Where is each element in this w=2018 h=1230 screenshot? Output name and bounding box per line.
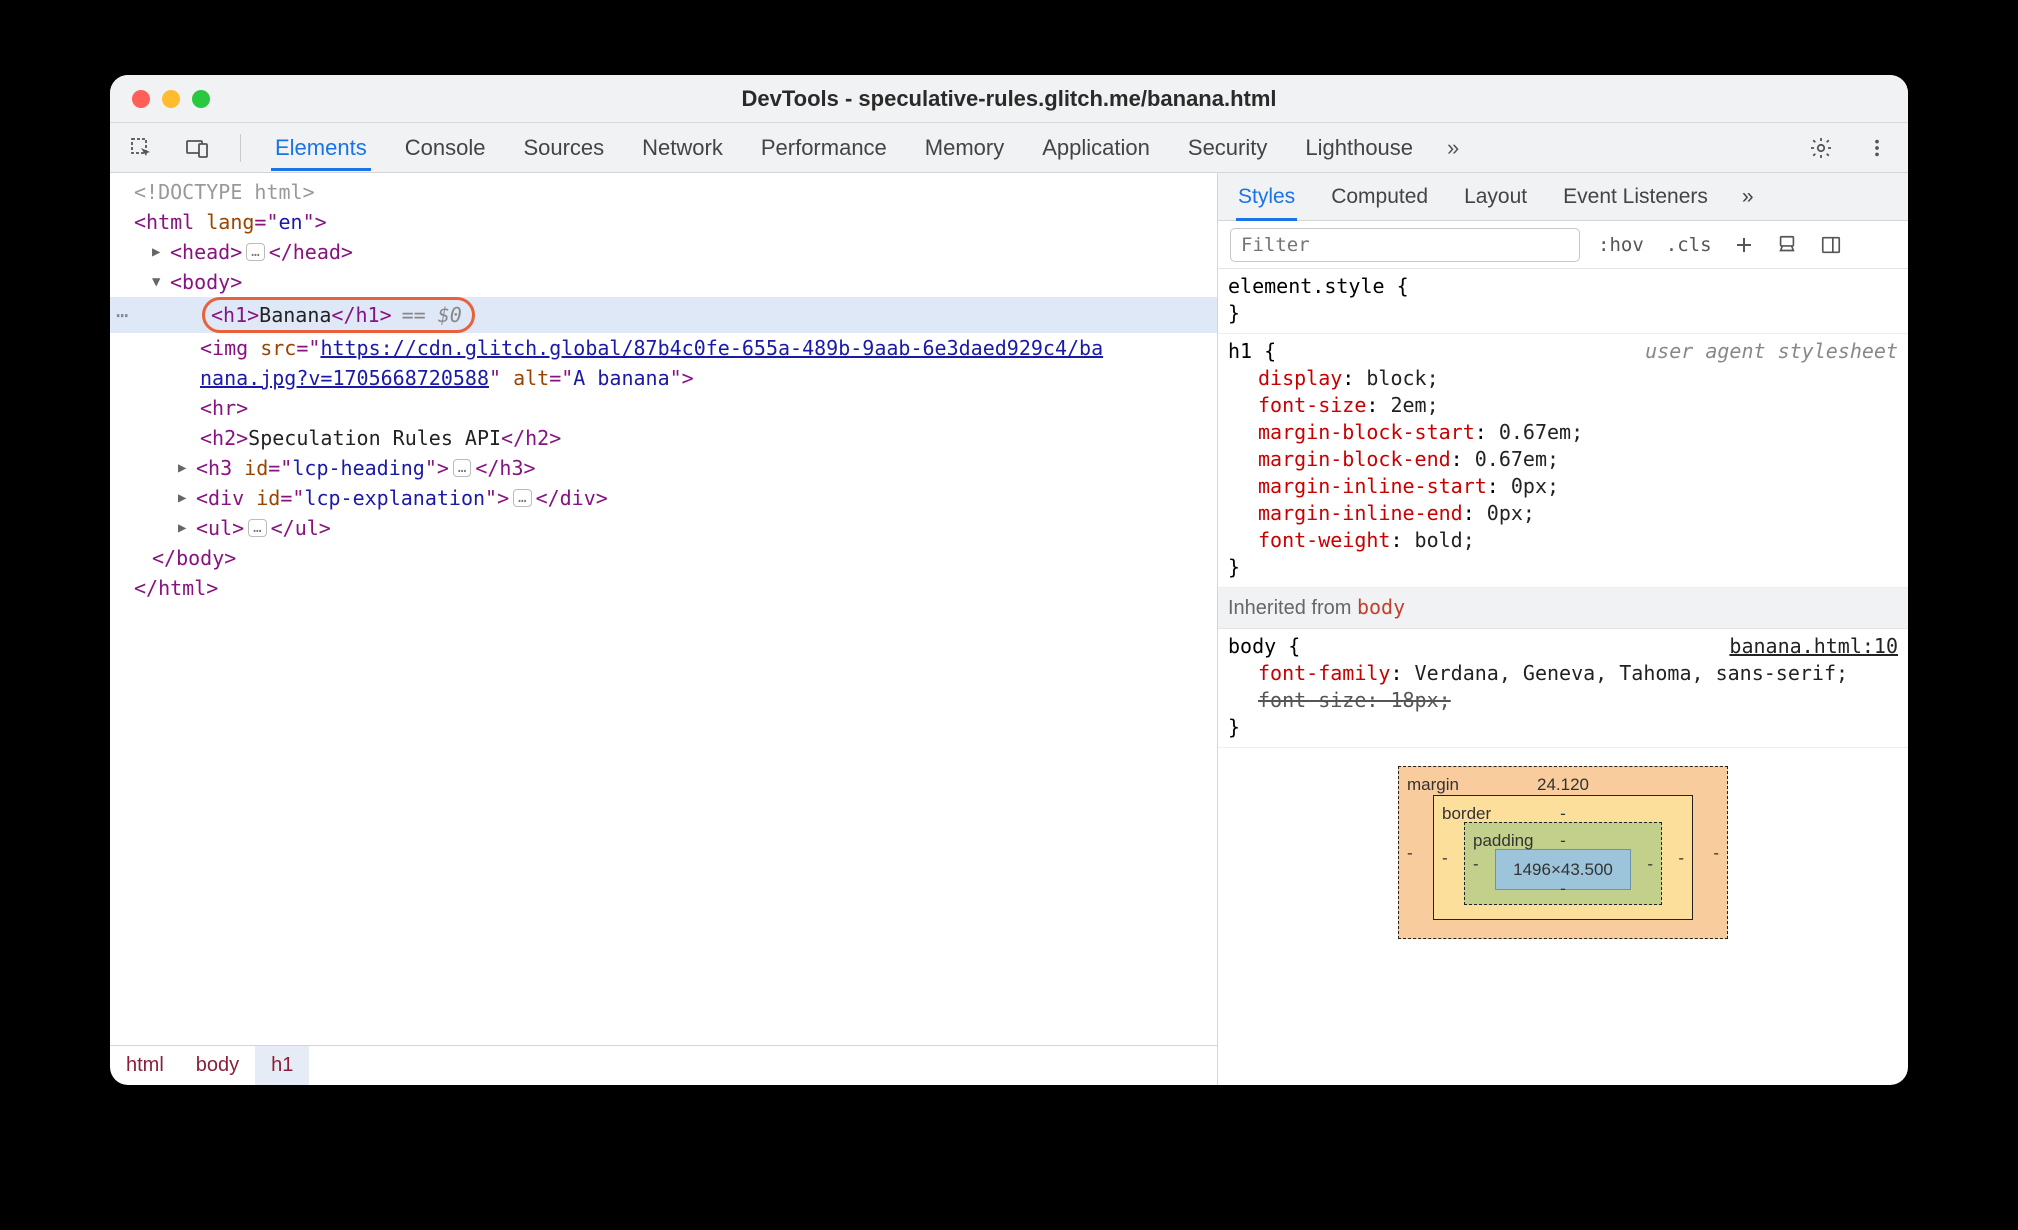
dom-h3[interactable]: ▶<h3 id="lcp-heading">…</h3> (110, 453, 1217, 483)
rtab-computed[interactable]: Computed (1329, 173, 1430, 221)
breadcrumb: html body h1 (110, 1045, 1217, 1085)
expand-icon[interactable]: ▶ (178, 453, 194, 483)
css-prop-display[interactable]: display: block; (1228, 365, 1898, 392)
titlebar: DevTools - speculative-rules.glitch.me/b… (110, 75, 1908, 123)
tab-lighthouse[interactable]: Lighthouse (1301, 125, 1417, 171)
dom-img[interactable]: <img src="https://cdn.glitch.global/87b4… (110, 333, 1217, 363)
rule-element-style[interactable]: element.style { } (1218, 269, 1908, 334)
ellipsis-icon[interactable]: … (453, 459, 471, 477)
close-window-button[interactable] (132, 90, 150, 108)
collapse-icon[interactable]: ▼ (152, 267, 168, 297)
tab-sources[interactable]: Sources (519, 125, 608, 171)
css-prop-font-weight[interactable]: font-weight: bold; (1228, 527, 1898, 554)
computed-sidebar-icon[interactable] (1816, 232, 1846, 258)
css-prop-font-family[interactable]: font-family: Verdana, Geneva, Tahoma, sa… (1228, 660, 1898, 687)
minimize-window-button[interactable] (162, 90, 180, 108)
tab-performance[interactable]: Performance (757, 125, 891, 171)
dom-html-open[interactable]: <html lang="en"> (134, 207, 327, 237)
maximize-window-button[interactable] (192, 90, 210, 108)
cls-toggle[interactable]: .cls (1662, 232, 1716, 258)
device-toggle-icon[interactable] (184, 135, 210, 161)
styles-panel: Styles Computed Layout Event Listeners »… (1218, 173, 1908, 1085)
css-prop-margin-inline-end[interactable]: margin-inline-end: 0px; (1228, 500, 1898, 527)
dom-body-close[interactable]: </body> (152, 543, 236, 573)
ellipsis-icon[interactable]: … (513, 489, 531, 507)
css-prop-margin-inline-start[interactable]: margin-inline-start: 0px; (1228, 473, 1898, 500)
expand-icon[interactable]: ▶ (152, 237, 168, 267)
kebab-menu-icon[interactable] (1864, 135, 1890, 161)
expand-icon[interactable]: ▶ (178, 483, 194, 513)
rule-body[interactable]: body {banana.html:10 font-family: Verdan… (1218, 629, 1908, 748)
tab-network[interactable]: Network (638, 125, 727, 171)
window-controls (132, 90, 210, 108)
tab-elements[interactable]: Elements (271, 125, 371, 171)
dom-selected-h1[interactable]: ⋯ <h1>Banana</h1> == $0 (110, 297, 1217, 333)
source-link[interactable]: banana.html:10 (1729, 633, 1898, 660)
crumb-html[interactable]: html (110, 1046, 180, 1085)
hov-toggle[interactable]: :hov (1594, 232, 1648, 258)
rtab-event-listeners[interactable]: Event Listeners (1561, 173, 1710, 221)
rtab-layout[interactable]: Layout (1462, 173, 1529, 221)
dom-hr[interactable]: <hr> (110, 393, 1217, 423)
dom-head[interactable]: <head> (170, 237, 242, 267)
window-title: DevTools - speculative-rules.glitch.me/b… (110, 86, 1908, 112)
crumb-body[interactable]: body (180, 1046, 255, 1085)
css-prop-font-size[interactable]: font-size: 18px; (1228, 687, 1898, 714)
tab-console[interactable]: Console (401, 125, 490, 171)
dom-html-close[interactable]: </html> (134, 573, 218, 603)
inherited-from-header: Inherited from body (1218, 588, 1908, 629)
crumb-h1[interactable]: h1 (255, 1046, 309, 1085)
ellipsis-icon[interactable]: … (246, 243, 264, 261)
more-actions-icon[interactable]: ⋯ (116, 300, 128, 330)
styles-rules: element.style { } h1 {user agent stylesh… (1218, 269, 1908, 1085)
dom-doctype: <!DOCTYPE html> (134, 177, 315, 207)
rtab-styles[interactable]: Styles (1236, 173, 1297, 221)
toggle-classes-icon[interactable] (1772, 232, 1802, 258)
css-prop-margin-block-end[interactable]: margin-block-end: 0.67em; (1228, 446, 1898, 473)
tab-application[interactable]: Application (1038, 125, 1154, 171)
more-rtabs-icon[interactable]: » (1742, 185, 1754, 209)
dom-body-open[interactable]: <body> (170, 267, 242, 297)
dom-tree[interactable]: <!DOCTYPE html> <html lang="en"> ▶<head>… (110, 173, 1217, 1045)
box-model[interactable]: margin 24.120 - - border - - - - (1218, 748, 1908, 939)
elements-panel: <!DOCTYPE html> <html lang="en"> ▶<head>… (110, 173, 1218, 1085)
filter-input[interactable] (1230, 228, 1580, 262)
styles-tabs: Styles Computed Layout Event Listeners » (1218, 173, 1908, 221)
more-tabs-icon[interactable]: » (1447, 135, 1459, 161)
tab-memory[interactable]: Memory (921, 125, 1008, 171)
expand-icon[interactable]: ▶ (178, 513, 194, 543)
tab-security[interactable]: Security (1184, 125, 1271, 171)
ua-stylesheet-label: user agent stylesheet (1645, 338, 1898, 365)
css-prop-margin-block-start[interactable]: margin-block-start: 0.67em; (1228, 419, 1898, 446)
dom-div[interactable]: ▶<div id="lcp-explanation">…</div> (110, 483, 1217, 513)
new-style-rule-icon[interactable] (1730, 233, 1758, 257)
main-tabs: Elements Console Sources Network Perform… (110, 123, 1908, 173)
inspect-icon[interactable] (128, 135, 154, 161)
settings-icon[interactable] (1808, 135, 1834, 161)
ellipsis-icon[interactable]: … (248, 519, 266, 537)
rule-h1[interactable]: h1 {user agent stylesheet display: block… (1218, 334, 1908, 588)
devtools-window: DevTools - speculative-rules.glitch.me/b… (110, 75, 1908, 1085)
dom-ul[interactable]: ▶<ul>…</ul> (110, 513, 1217, 543)
dom-h2[interactable]: <h2>Speculation Rules API</h2> (110, 423, 1217, 453)
styles-toolbar: :hov .cls (1218, 221, 1908, 269)
css-prop-font-size[interactable]: font-size: 2em; (1228, 392, 1898, 419)
